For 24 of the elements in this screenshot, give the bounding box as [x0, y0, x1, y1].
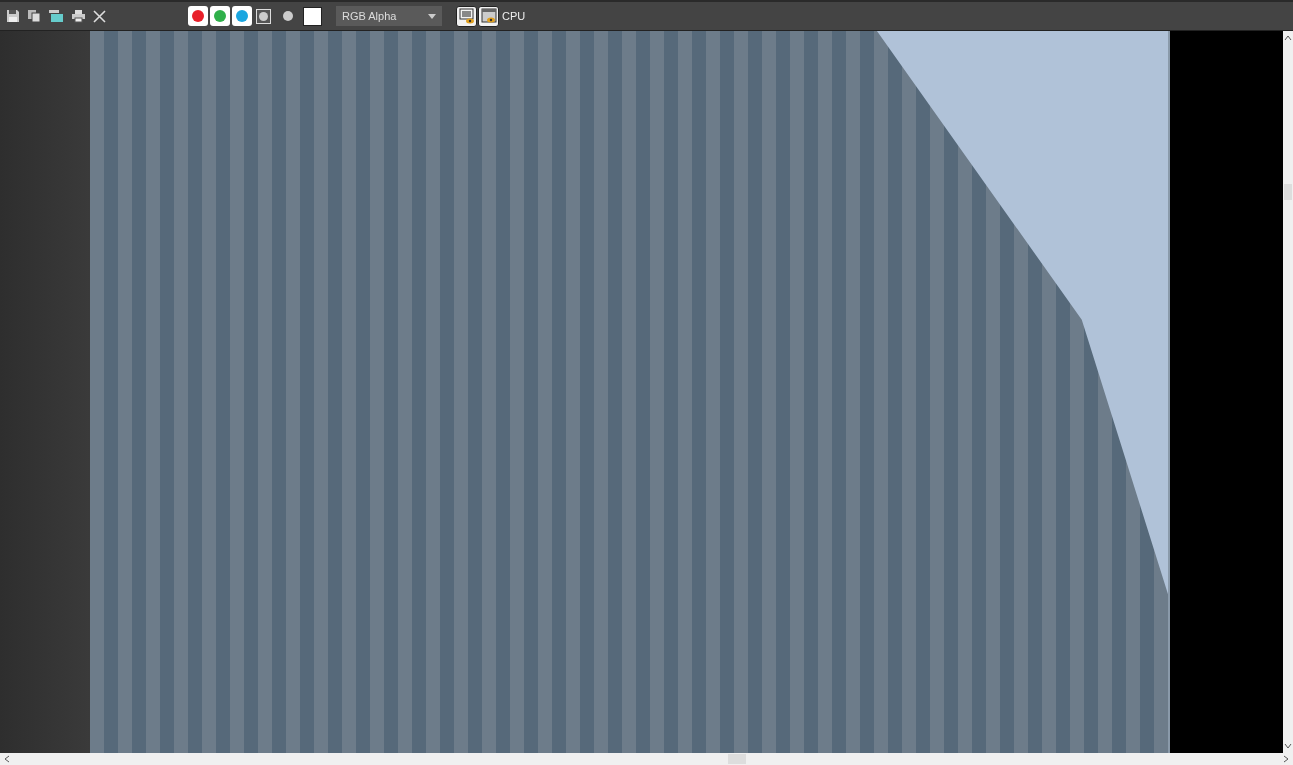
scroll-right-icon[interactable] — [1283, 755, 1289, 763]
close-icon[interactable] — [91, 8, 108, 24]
scrollbar-thumb[interactable] — [1284, 184, 1292, 200]
save-icon[interactable] — [4, 8, 22, 24]
display-mode-dropdown[interactable]: RGB Alpha — [336, 6, 442, 26]
scroll-up-icon[interactable] — [1284, 35, 1292, 41]
alpha-channel-toggle[interactable] — [256, 8, 271, 24]
scroll-left-icon[interactable] — [4, 755, 10, 763]
caret-icon — [428, 13, 436, 19]
vertical-scrollbar[interactable] — [1283, 31, 1293, 753]
render-mode-label: CPU — [502, 10, 526, 22]
dot-icon — [283, 11, 293, 21]
window-clone-icon[interactable] — [46, 8, 66, 24]
channel-toggle[interactable] — [210, 6, 230, 26]
horizontal-scrollbar[interactable] — [0, 753, 1293, 765]
scrollbar-thumb[interactable] — [727, 754, 746, 764]
scroll-down-icon[interactable] — [1284, 743, 1292, 749]
monitor-eye-icon[interactable] — [456, 5, 477, 27]
channel-toggle[interactable] — [232, 6, 252, 26]
background-color-swatch[interactable] — [303, 6, 322, 26]
channel-toggle[interactable] — [188, 6, 208, 26]
print-icon[interactable] — [69, 8, 88, 24]
copy-icon[interactable] — [25, 8, 43, 24]
window-eye-icon[interactable] — [478, 5, 499, 27]
